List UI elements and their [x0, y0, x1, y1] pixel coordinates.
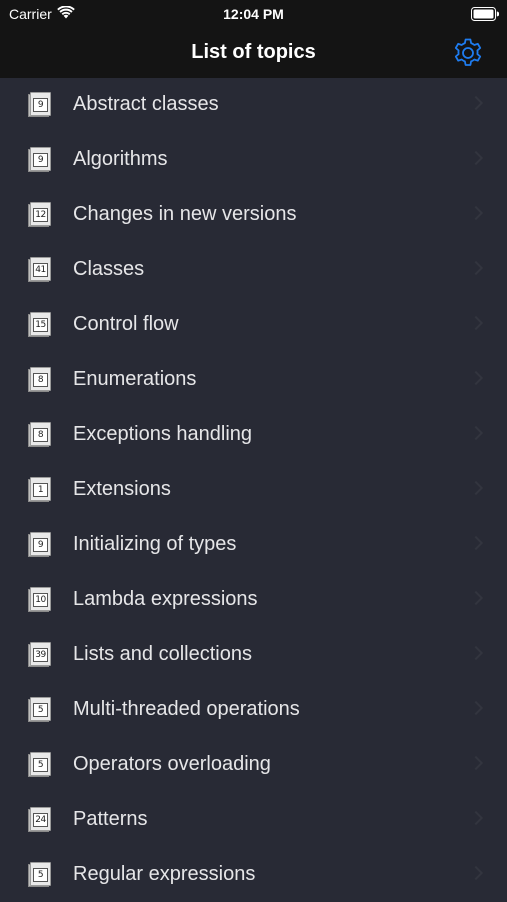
- topic-row-7[interactable]: 8 Exceptions handling: [0, 407, 507, 462]
- topic-book-icon: 5: [27, 751, 53, 777]
- topic-count-badge: 9: [33, 98, 48, 112]
- chevron-right-icon: [468, 810, 484, 826]
- navigation-bar: List of topics: [0, 28, 507, 78]
- topic-label: Algorithms: [73, 148, 168, 170]
- topic-row-3[interactable]: 12 Changes in new versions: [0, 187, 507, 242]
- topic-row-1[interactable]: 9 Abstract classes: [0, 77, 507, 132]
- gear-icon: [454, 38, 482, 66]
- status-time: 12:04 PM: [223, 6, 284, 22]
- topic-count-badge: 5: [33, 868, 48, 882]
- topic-label: Operators overloading: [73, 753, 271, 775]
- topic-count-badge: 10: [33, 593, 48, 607]
- topic-book-icon: 15: [27, 311, 53, 337]
- topic-book-icon: 5: [27, 696, 53, 722]
- topic-count-badge: 9: [33, 153, 48, 167]
- topic-row-9[interactable]: 9 Initializing of types: [0, 517, 507, 572]
- chevron-right-icon: [468, 370, 484, 386]
- topic-row-15[interactable]: 5 Regular expressions: [0, 847, 507, 902]
- topic-book-icon: 8: [27, 421, 53, 447]
- topic-row-13[interactable]: 5 Operators overloading: [0, 737, 507, 792]
- topic-count-badge: 15: [33, 318, 48, 332]
- chevron-right-icon: [468, 535, 484, 551]
- chevron-right-icon: [468, 315, 484, 331]
- topic-row-8[interactable]: 1 Extensions: [0, 462, 507, 517]
- topic-label: Regular expressions: [73, 863, 256, 885]
- chevron-right-icon: [468, 590, 484, 606]
- chevron-right-icon: [468, 755, 484, 771]
- chevron-right-icon: [468, 95, 484, 111]
- topic-row-14[interactable]: 24 Patterns: [0, 792, 507, 847]
- topic-list: 9 Abstract classes 9 Algorithms 12 Chang…: [0, 77, 507, 902]
- topic-count-badge: 39: [33, 648, 48, 662]
- topic-label: Control flow: [73, 313, 179, 335]
- topic-count-badge: 9: [33, 538, 48, 552]
- topic-label: Extensions: [73, 478, 171, 500]
- page-title: List of topics: [191, 41, 316, 63]
- chevron-right-icon: [468, 425, 484, 441]
- topic-book-icon: 9: [27, 531, 53, 557]
- topic-row-6[interactable]: 8 Enumerations: [0, 352, 507, 407]
- topic-label: Classes: [73, 258, 145, 280]
- topic-label: Lambda expressions: [73, 588, 258, 610]
- topic-book-icon: 9: [27, 91, 53, 117]
- topic-count-badge: 24: [33, 813, 48, 827]
- topic-count-badge: 5: [33, 703, 48, 717]
- topic-label: Multi-threaded operations: [73, 698, 300, 720]
- topic-count-badge: 8: [33, 373, 48, 387]
- topic-book-icon: 39: [27, 641, 53, 667]
- topic-row-5[interactable]: 15 Control flow: [0, 297, 507, 352]
- topic-label: Enumerations: [73, 368, 197, 390]
- chevron-right-icon: [468, 700, 484, 716]
- topic-row-4[interactable]: 41 Classes: [0, 242, 507, 297]
- topic-row-10[interactable]: 10 Lambda expressions: [0, 572, 507, 627]
- topic-book-icon: 5: [27, 861, 53, 887]
- chevron-right-icon: [468, 480, 484, 496]
- chevron-right-icon: [468, 260, 484, 276]
- topic-book-icon: 9: [27, 146, 53, 172]
- topic-label: Exceptions handling: [73, 423, 253, 445]
- chevron-right-icon: [468, 865, 484, 881]
- topic-label: Abstract classes: [73, 93, 219, 115]
- topic-label: Initializing of types: [73, 533, 237, 555]
- topic-book-icon: 12: [27, 201, 53, 227]
- settings-button[interactable]: [452, 37, 484, 69]
- topic-count-badge: 41: [33, 263, 48, 277]
- status-bar: Carrier 12:04 PM: [0, 0, 507, 28]
- topic-row-11[interactable]: 39 Lists and collections: [0, 627, 507, 682]
- topic-count-badge: 5: [33, 758, 48, 772]
- topic-count-badge: 8: [33, 428, 48, 442]
- topic-count-badge: 1: [33, 483, 48, 497]
- topic-row-2[interactable]: 9 Algorithms: [0, 132, 507, 187]
- chevron-right-icon: [468, 150, 484, 166]
- topic-book-icon: 1: [27, 476, 53, 502]
- chevron-right-icon: [468, 645, 484, 661]
- topic-book-icon: 24: [27, 806, 53, 832]
- topic-row-12[interactable]: 5 Multi-threaded operations: [0, 682, 507, 737]
- battery-icon: [471, 7, 500, 24]
- topic-label: Patterns: [73, 808, 148, 830]
- topic-label: Lists and collections: [73, 643, 252, 665]
- topic-book-icon: 41: [27, 256, 53, 282]
- topic-label: Changes in new versions: [73, 203, 297, 225]
- topic-book-icon: 8: [27, 366, 53, 392]
- topic-book-icon: 10: [27, 586, 53, 612]
- chevron-right-icon: [468, 205, 484, 221]
- topic-count-badge: 12: [33, 208, 48, 222]
